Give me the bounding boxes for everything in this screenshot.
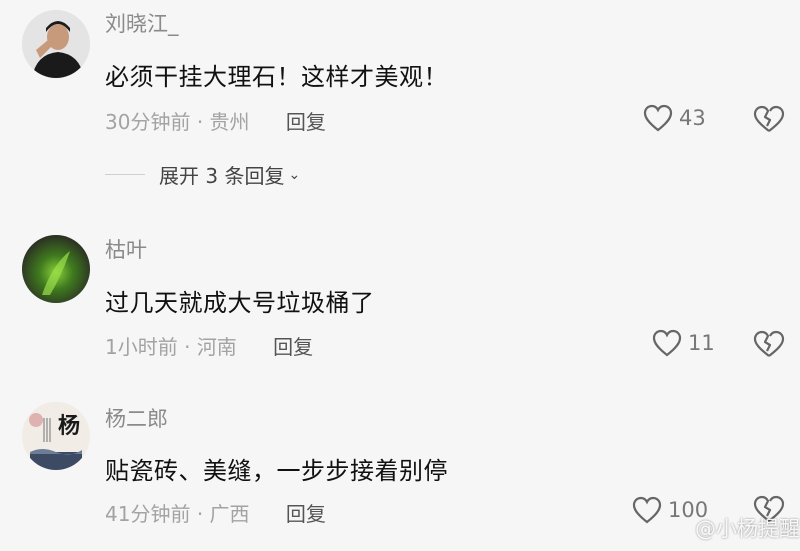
meta-separator: ·	[196, 110, 204, 134]
meta-separator: ·	[184, 335, 191, 359]
like-count: 11	[688, 331, 715, 355]
comment-location: 贵州	[209, 110, 250, 134]
divider-line	[105, 174, 145, 175]
comment-username[interactable]: 刘晓江_	[105, 8, 179, 38]
comment-time: 41分钟前	[105, 502, 191, 526]
chevron-down-icon: ⌄	[288, 166, 301, 183]
user-avatar-man-icon	[22, 10, 90, 78]
comment-time: 1小时前	[105, 335, 178, 359]
avatar[interactable]	[22, 10, 90, 78]
reply-button[interactable]: 回复	[273, 335, 313, 359]
green-leaf-avatar-icon	[22, 235, 90, 303]
comment-location: 广西	[209, 502, 250, 526]
comment-text: 过几天就成大号垃圾桶了	[105, 289, 375, 317]
like-count: 43	[679, 106, 706, 130]
comment-meta: 41分钟前 · 广西 回复	[105, 498, 326, 527]
broken-heart-icon	[753, 105, 785, 132]
meta-separator: ·	[196, 502, 204, 526]
like-button[interactable]: 11	[652, 329, 715, 357]
watermark: @小杨提醒	[695, 513, 800, 543]
comment-username[interactable]: 枯叶	[105, 234, 147, 264]
dislike-button[interactable]	[752, 104, 786, 138]
comment-text: 贴瓷砖、美缝，一步步接着别停	[105, 457, 448, 485]
dislike-button[interactable]	[752, 329, 786, 363]
avatar[interactable]: 杨	[22, 402, 90, 470]
reply-button[interactable]: 回复	[286, 110, 326, 134]
expand-replies-button[interactable]: 展开 3 条回复 ⌄	[105, 160, 300, 189]
like-button[interactable]: 43	[643, 104, 706, 132]
heart-icon	[652, 329, 682, 357]
expand-replies-label: 展开 3 条回复	[159, 164, 285, 188]
comment-meta: 1小时前 · 河南 回复	[105, 331, 313, 360]
heart-icon	[643, 104, 673, 132]
comment-meta: 30分钟前 · 贵州 回复	[105, 106, 326, 135]
comment-time: 30分钟前	[105, 110, 191, 134]
comment-text: 必须干挂大理石！这样才美观！	[105, 63, 448, 91]
comment-location: 河南	[196, 335, 237, 359]
heart-icon	[632, 496, 662, 524]
watermark-text: @小杨提醒	[695, 517, 800, 541]
avatar-calligraphy-text: 杨	[58, 413, 81, 439]
avatar[interactable]	[22, 235, 90, 303]
comment-username[interactable]: 杨二郎	[105, 403, 168, 433]
reply-button[interactable]: 回复	[286, 502, 326, 526]
broken-heart-icon	[753, 330, 785, 357]
